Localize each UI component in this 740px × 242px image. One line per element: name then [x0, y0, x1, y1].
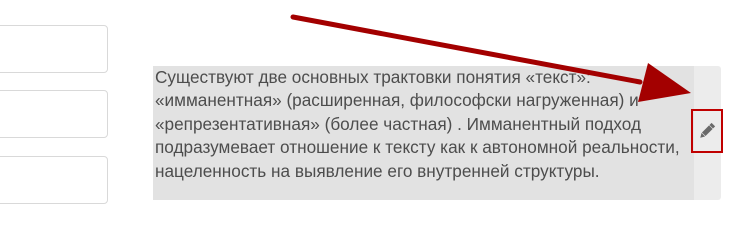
- input-field-2[interactable]: [0, 90, 108, 138]
- text-block: Существуют две основных трактовки поняти…: [153, 66, 721, 200]
- text-line-1: Существуют две основных трактовки поняти…: [155, 67, 591, 87]
- text-line-5: нацеленность на выявление его внутренней…: [155, 160, 600, 181]
- input-field-3[interactable]: [0, 156, 108, 204]
- pencil-icon: [700, 122, 716, 138]
- text-line-2: «имманентная» (расширенная, философски н…: [155, 90, 639, 111]
- input-field-1[interactable]: [0, 25, 108, 73]
- edit-button[interactable]: [691, 109, 723, 153]
- editable-text[interactable]: Существуют две основных трактовки поняти…: [153, 66, 694, 200]
- screen: Существуют две основных трактовки поняти…: [0, 0, 740, 242]
- text-line-3: «репрезентативная» (более частная) . Имм…: [155, 113, 641, 134]
- text-lines: Существуют две основных трактовки поняти…: [153, 66, 680, 183]
- text-line-4: подразумевает отношение к тексту как к а…: [155, 137, 680, 158]
